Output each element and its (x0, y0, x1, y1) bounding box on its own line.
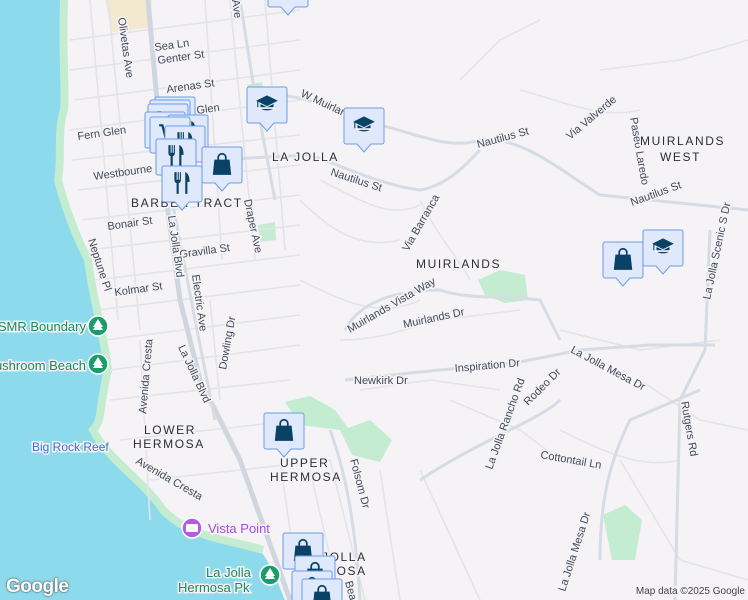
poi-label: Hermosa Pk (178, 580, 250, 595)
neighborhood-label: WEST (660, 150, 701, 164)
shopping-marker[interactable] (263, 412, 305, 458)
poi-label: SMR Boundary (0, 319, 86, 334)
school-marker[interactable] (343, 107, 385, 153)
street-label: Via Valverde (564, 94, 619, 143)
neighborhood-label: MUIRLANDS (640, 134, 725, 148)
map-canvas[interactable]: Sea Ln Genter St Arenas St Glen Fern Gle… (0, 0, 748, 600)
street-label: Bea (342, 580, 359, 600)
google-logo[interactable]: Google (6, 576, 69, 598)
street-label: Dowling Dr (217, 315, 238, 370)
street-label: Rutgers Rd (678, 400, 699, 457)
street-label: Via Barranca (400, 192, 443, 254)
street-label: Gravilla St (179, 242, 231, 261)
camera-icon (186, 524, 198, 532)
neighborhood-label: LA JOLLA (272, 150, 339, 164)
neighborhood-label: HERMOSA (270, 470, 342, 484)
poi-label: Vista Point (208, 521, 270, 536)
street-label: Kolmar St (114, 280, 163, 299)
school-marker[interactable] (246, 86, 288, 132)
map-layer[interactable]: Sea Ln Genter St Arenas St Glen Fern Gle… (0, 0, 748, 600)
street-label: Folsom Dr (347, 458, 372, 510)
street-label: La Jolla Scenic S Dr (701, 201, 733, 301)
street-label: Inspiration Dr (454, 357, 521, 375)
school-marker[interactable] (642, 229, 684, 275)
shopping-marker[interactable] (301, 578, 343, 600)
street-label: Nautilus St (629, 179, 683, 208)
ocean (0, 0, 285, 600)
street-label: Nautilus St (329, 166, 383, 194)
street-label: La Jolla Blvd (165, 215, 186, 278)
shopping-marker[interactable] (201, 146, 243, 192)
poi-smr-boundary[interactable]: SMR Boundary (0, 315, 109, 337)
street-label: La Jolla Mesa Dr (556, 510, 593, 593)
shopping-marker[interactable] (602, 241, 644, 287)
neighborhood-label: HERMOSA (133, 437, 205, 451)
street-label: Paseo Laredo (627, 116, 651, 186)
neighborhood-label: LOWER (144, 423, 196, 437)
map-attribution[interactable]: Map data ©2025 Google (632, 586, 748, 597)
poi-vista-point[interactable]: Vista Point (181, 517, 272, 539)
neighborhood-label: UPPER (280, 456, 329, 470)
street-label: Newkirk Dr (354, 375, 408, 387)
park (603, 505, 642, 560)
street-label: Cottontail Ln (539, 449, 602, 472)
street-label: Muirlands Dr (402, 306, 466, 331)
street-label: Arenas St (166, 77, 216, 96)
poi-big-rock-reef[interactable]: Big Rock Reef (31, 439, 111, 456)
poi-label: Mushroom Beach (0, 358, 86, 373)
neighborhood-label: MUIRLANDS (416, 257, 501, 271)
street-label: La Jolla Mesa Dr (569, 344, 648, 394)
poi-label: La Jolla (206, 565, 252, 580)
